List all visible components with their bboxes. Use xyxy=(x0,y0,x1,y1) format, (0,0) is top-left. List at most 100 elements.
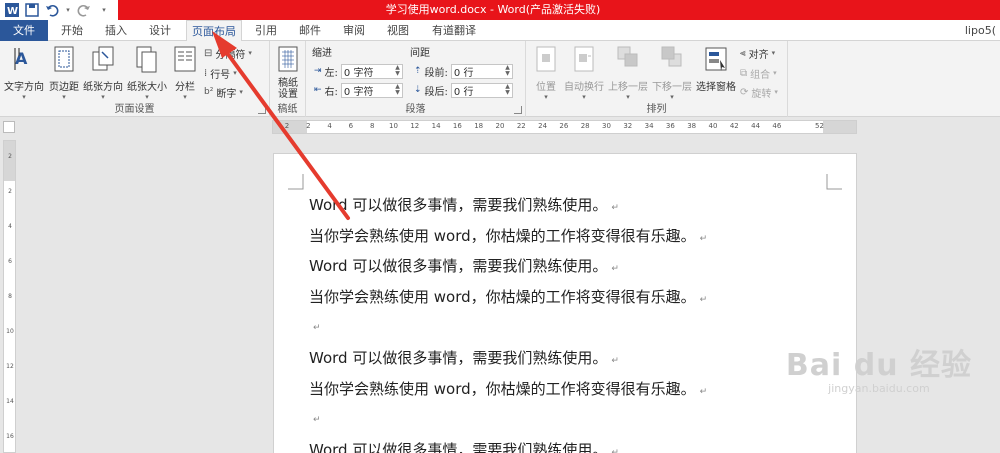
indent-right-row: ⇤ 右: 0 字符 ▲ ▼ xyxy=(314,82,403,98)
document-page[interactable]: Word 可以做很多事情，需要我们熟练使用。 ↵ 当你学会熟练使用 word，你枯燥… xyxy=(273,153,857,453)
page-setup-launcher-icon[interactable] xyxy=(258,106,266,114)
customize-qat-icon[interactable]: ▾ xyxy=(96,2,112,18)
redo-icon[interactable] xyxy=(76,2,92,18)
chevron-down-icon: ▾ xyxy=(239,88,243,96)
tab-youdao-translate[interactable]: 有道翻译 xyxy=(424,20,484,41)
size-button[interactable]: 纸张大小 ▾ xyxy=(125,44,169,101)
tab-review[interactable]: 审阅 xyxy=(336,20,372,41)
group-button[interactable]: ⧉ 组合 ▾ xyxy=(740,65,777,81)
ruler-tick: 28 xyxy=(580,122,590,130)
send-backward-button[interactable]: 下移一层 ▾ xyxy=(650,44,694,101)
document-line[interactable]: 当你学会熟练使用 word，你枯燥的工作将变得很有乐趣。 ↵ xyxy=(309,225,707,246)
ruler-tick: 18 xyxy=(474,122,484,130)
paragraph-mark-icon: ↵ xyxy=(699,386,708,397)
document-line[interactable]: 当你学会熟练使用 word，你枯燥的工作将变得很有乐趣。 ↵ xyxy=(309,286,707,307)
spacing-header: 间距 xyxy=(410,47,430,59)
tab-design[interactable]: 设计 xyxy=(140,20,180,41)
bring-forward-button[interactable]: 上移一层 ▾ xyxy=(606,44,650,101)
undo-dropdown-icon[interactable]: ▾ xyxy=(64,2,72,18)
wrap-text-button[interactable]: 自动换行 ▾ xyxy=(564,44,604,101)
paragraph-mark-icon: ↵ xyxy=(611,203,619,213)
tab-mailings[interactable]: 邮件 xyxy=(292,20,328,41)
document-line[interactable]: Word 可以做很多事情，需要我们熟练使用。 ↵ xyxy=(309,255,619,276)
vertical-ruler-tick: 12 xyxy=(6,363,14,370)
rotate-button[interactable]: ⟳ 旋转 ▾ xyxy=(740,84,778,100)
ruler-tick: 40 xyxy=(708,122,718,130)
ruler-tick: 46 xyxy=(772,122,782,130)
document-line[interactable]: 当你学会熟练使用 word，你枯燥的工作将变得很有乐趣。 ↵ xyxy=(309,378,707,399)
tab-page-layout[interactable]: 页面布局 xyxy=(186,20,242,42)
align-icon: ⫷ xyxy=(740,47,746,59)
svg-text:W: W xyxy=(7,6,18,17)
word-logo-icon[interactable]: W xyxy=(4,2,20,18)
spacing-before-icon: ⇡ xyxy=(414,66,422,76)
paragraph-mark-icon: ↵ xyxy=(699,294,708,305)
vertical-ruler-tick: 2 xyxy=(8,188,12,195)
document-line[interactable]: ↵ xyxy=(309,408,321,426)
arrange-group-label: 排列 xyxy=(646,104,667,115)
breaks-button[interactable]: ⊟ 分隔符 ▾ xyxy=(204,45,252,61)
wrap-text-icon xyxy=(574,46,594,72)
paragraph-mark-icon: ↵ xyxy=(611,264,619,275)
text-direction-button[interactable]: A 文字方向 ▾ xyxy=(4,44,44,101)
indent-right-input[interactable]: 0 字符 ▲ ▼ xyxy=(340,82,403,98)
tab-insert[interactable]: 插入 xyxy=(96,20,136,41)
line-text: Word 可以做很多事情，需要我们熟练使用。 xyxy=(309,349,608,367)
spinner-icon[interactable]: ▲ ▼ xyxy=(395,84,402,96)
tab-view[interactable]: 视图 xyxy=(380,20,416,41)
paragraph-mark-icon: ↵ xyxy=(611,447,619,453)
document-line[interactable]: ↵ xyxy=(309,316,321,334)
vertical-ruler[interactable]: 2 2 4 6 8 10 12 14 16 xyxy=(3,140,16,453)
chevron-down-icon: ▾ xyxy=(248,49,252,57)
spinner-icon[interactable]: ▲ ▼ xyxy=(395,65,402,77)
tab-file[interactable]: 文件 xyxy=(0,20,48,41)
spacing-after-input[interactable]: 0 行 ▲ ▼ xyxy=(450,82,513,98)
draft-paper-icon xyxy=(278,46,298,72)
ruler-tick: 52 xyxy=(815,122,824,130)
tab-home[interactable]: 开始 xyxy=(52,20,92,41)
indent-header: 缩进 xyxy=(312,47,332,59)
position-button[interactable]: 位置 ▾ xyxy=(532,44,560,101)
paragraph-mark-icon: ↵ xyxy=(313,323,321,334)
window-title: 学习使用word.docx - Word(产品激活失败) xyxy=(385,3,601,16)
spinner-icon[interactable]: ▲ ▼ xyxy=(505,65,512,77)
draft-paper-group-label: 稿纸 xyxy=(277,104,298,115)
ruler-tick: 10 xyxy=(389,122,398,130)
draft-paper-button[interactable]: 稿纸设置 xyxy=(274,44,302,100)
line-numbers-button[interactable]: ⁞ 行号 ▾ xyxy=(204,65,237,81)
baidu-watermark: Bai du 经验 jingyan.baidu.com xyxy=(785,348,972,395)
columns-button[interactable]: 分栏 ▾ xyxy=(170,44,200,101)
line-text: Word 可以做很多事情，需要我们熟练使用。 xyxy=(309,440,608,453)
margins-button[interactable]: 页边距 ▾ xyxy=(46,44,82,101)
paper-size-icon xyxy=(136,46,157,73)
ruler-right-margin xyxy=(823,121,856,133)
vertical-ruler-tick: 10 xyxy=(6,328,14,335)
paragraph-launcher-icon[interactable] xyxy=(514,106,522,114)
save-icon[interactable] xyxy=(24,2,40,18)
align-button[interactable]: ⫷ 对齐 ▾ xyxy=(740,45,775,61)
hyphenation-button[interactable]: b² 断字 ▾ xyxy=(204,84,243,100)
send-backward-icon xyxy=(661,46,682,67)
group-icon: ⧉ xyxy=(740,67,748,79)
selection-pane-icon xyxy=(705,47,727,71)
document-line[interactable]: Word 可以做很多事情，需要我们熟练使用。 ↵ xyxy=(309,347,619,368)
tab-selector[interactable] xyxy=(3,121,15,133)
selection-pane-button[interactable]: 选择窗格 xyxy=(694,44,738,93)
spacing-after-row: ⇣ 段后: 0 行 ▲ ▼ xyxy=(414,82,513,98)
orientation-button[interactable]: 纸张方向 ▾ xyxy=(82,44,124,101)
account-name[interactable]: lipo5( xyxy=(965,20,996,41)
paragraph-group-label: 段落 xyxy=(405,104,426,115)
chevron-down-icon: ▾ xyxy=(771,49,776,57)
indent-left-input[interactable]: 0 字符 ▲ ▼ xyxy=(340,63,403,79)
spacing-after-icon: ⇣ xyxy=(414,85,422,95)
horizontal-ruler[interactable]: 2 2 4 6 8 10 12 14 16 18 20 22 24 26 28 30 32 34 36 38 40 42 4… xyxy=(272,120,857,134)
document-line[interactable]: Word 可以做很多事情，需要我们熟练使用。 ↵ xyxy=(309,194,619,215)
ruler-top-margin xyxy=(4,141,15,181)
quick-access-toolbar: W ▾ ▾ xyxy=(0,0,112,20)
document-line[interactable]: Word 可以做很多事情，需要我们熟练使用。 ↵ xyxy=(309,439,619,453)
spacing-before-input[interactable]: 0 行 ▲ ▼ xyxy=(450,63,513,79)
spinner-icon[interactable]: ▲ ▼ xyxy=(505,84,512,96)
undo-icon[interactable] xyxy=(44,2,60,18)
crop-mark-top-right xyxy=(826,174,842,190)
tab-references[interactable]: 引用 xyxy=(248,20,284,41)
